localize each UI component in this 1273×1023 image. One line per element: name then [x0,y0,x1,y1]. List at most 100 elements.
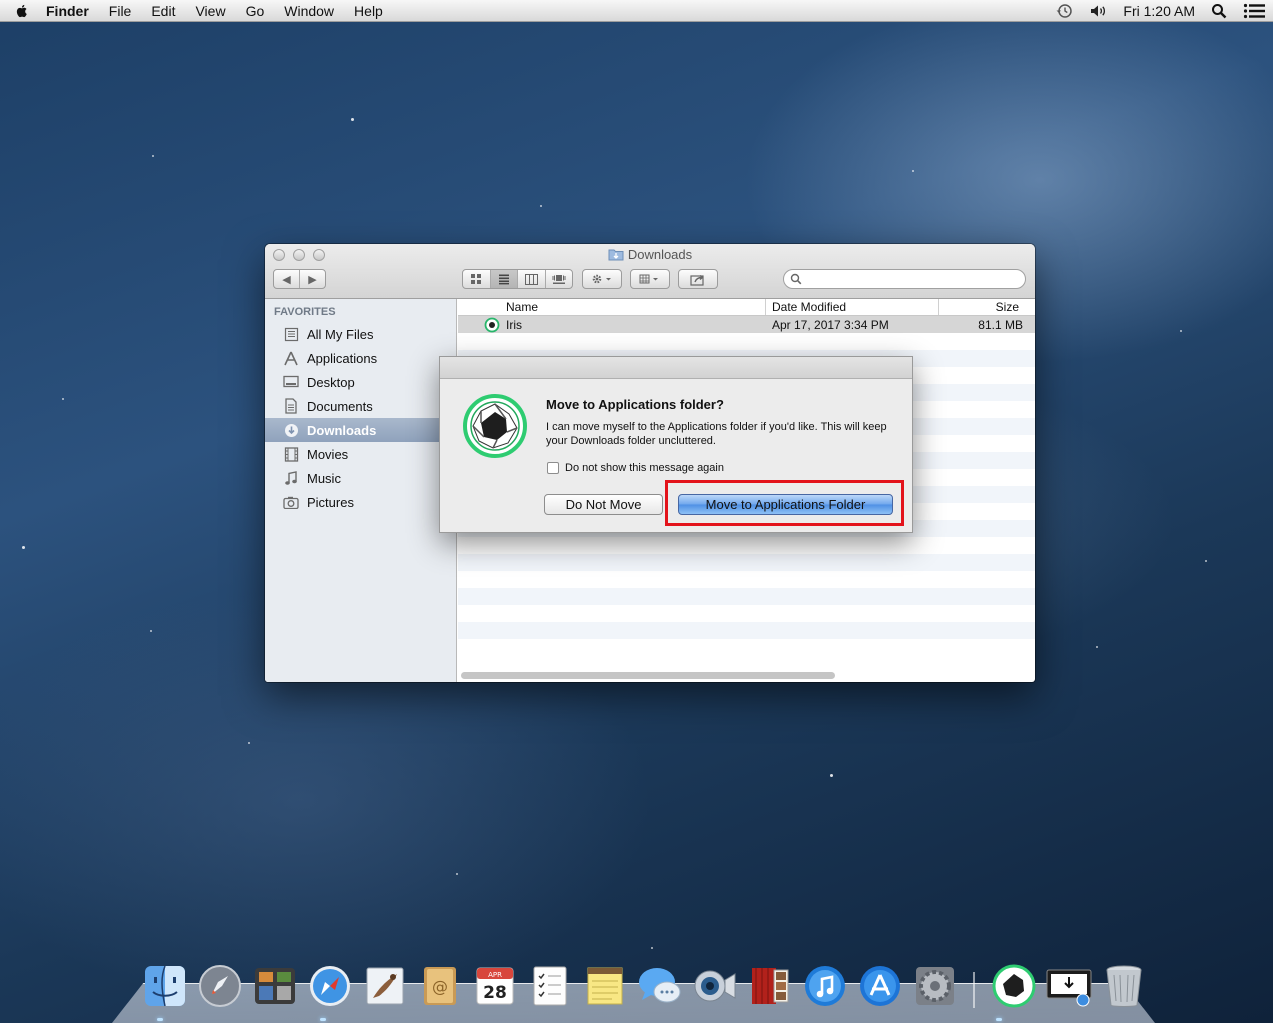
dock-finder[interactable] [140,960,189,1012]
reminders-icon [533,966,566,1006]
itunes-icon [804,966,845,1006]
do-not-move-button[interactable]: Do Not Move [544,494,663,515]
search-field[interactable] [783,269,1026,289]
dock-downloads-stack[interactable] [1044,960,1093,1012]
checkbox-box[interactable] [547,462,559,474]
sidebar-section-favorites: FAVORITES [274,306,336,318]
column-header-name[interactable]: Name [458,299,766,315]
svg-text:@: @ [432,977,448,996]
dock-contacts[interactable]: @ [415,960,464,1012]
running-indicator [996,1018,1002,1021]
column-view-button[interactable] [518,270,546,288]
sidebar-item-movies[interactable]: Movies [265,442,456,466]
search-icon [790,273,802,285]
dock-mail[interactable] [360,960,409,1012]
dock-notes[interactable] [580,960,629,1012]
sidebar-item-pictures[interactable]: Pictures [265,490,456,514]
arrange-menu-button[interactable] [630,269,670,289]
dock-facetime[interactable] [690,960,739,1012]
dialog-top-strip [440,357,912,379]
empty-row [458,537,1035,554]
dock-trash[interactable] [1099,960,1148,1012]
arrange-icon [639,274,658,284]
share-button[interactable] [678,269,718,289]
dock-separator [973,972,975,1008]
empty-row [458,588,1035,605]
menu-finder[interactable]: Finder [46,0,99,22]
action-menu-button[interactable] [582,269,622,289]
downloads-stack-icon [1046,969,1091,1007]
notification-center-icon[interactable] [1243,3,1265,19]
dock-system-preferences[interactable] [910,960,959,1012]
menu-edit[interactable]: Edit [141,0,185,22]
sidebar-item-downloads[interactable]: Downloads [265,418,456,442]
finder-titlebar: Downloads ◀ ▶ [265,244,1035,299]
running-indicator [157,1018,163,1021]
system-preferences-icon [915,967,954,1005]
apple-icon[interactable] [14,3,30,19]
dock-reminders[interactable] [525,960,574,1012]
safari-icon [309,966,350,1006]
window-title-text: Downloads [627,247,693,262]
dock-icons: @ APR 28 [140,960,1148,1012]
dock-messages[interactable] [635,960,684,1012]
column-header-size[interactable]: Size [939,299,1035,315]
time-machine-icon[interactable] [1055,3,1073,19]
sidebar-item-music[interactable]: Music [265,466,456,490]
dock-calendar[interactable]: APR 28 [470,960,519,1012]
file-name: Iris [506,317,522,332]
empty-row [458,605,1035,622]
dock-photo-booth[interactable] [745,960,794,1012]
folder-icon [608,249,624,261]
file-list-header: Name Date Modified Size [458,299,1035,316]
menu-go[interactable]: Go [236,0,275,22]
file-row-iris[interactable]: Iris Apr 17, 2017 3:34 PM 81.1 MB [458,316,1035,333]
finder-sidebar: FAVORITES All My Files Applications Desk… [265,299,457,682]
mission-control-icon [254,968,295,1004]
list-view-button[interactable] [490,270,518,288]
menu-file[interactable]: File [99,0,142,22]
pictures-icon [283,494,299,510]
iris-icon [992,964,1035,1008]
volume-icon[interactable] [1089,4,1107,18]
applications-icon [283,350,299,366]
sidebar-item-documents[interactable]: Documents [265,394,456,418]
iris-app-icon [462,393,528,462]
red-highlight-box [665,480,904,526]
search-input[interactable] [806,272,1006,286]
dock-launchpad[interactable] [195,960,244,1012]
sidebar-item-desktop[interactable]: Desktop [265,370,456,394]
dock-itunes[interactable] [800,960,849,1012]
menu-help[interactable]: Help [344,0,393,22]
forward-button[interactable]: ▶ [300,270,325,288]
sidebar-item-all-my-files[interactable]: All My Files [265,322,456,346]
downloads-icon [283,422,299,438]
icon-view-button[interactable] [463,270,491,288]
dock-app-store[interactable] [855,960,904,1012]
empty-row [458,554,1035,571]
share-icon [690,274,704,286]
column-header-date[interactable]: Date Modified [766,299,939,315]
dock-iris[interactable] [989,960,1038,1012]
menu-clock[interactable]: Fri 1:20 AM [1123,3,1195,19]
svg-text:APR: APR [488,971,502,979]
dialog-title: Move to Applications folder? [546,397,724,412]
file-date: Apr 17, 2017 3:34 PM [772,317,889,332]
menu-bar: Finder File Edit View Go Window Help Fri… [0,0,1273,22]
back-button[interactable]: ◀ [274,270,300,288]
menu-window[interactable]: Window [274,0,344,22]
menu-view[interactable]: View [185,0,235,22]
dock-safari[interactable] [305,960,354,1012]
empty-row [458,639,1035,656]
horizontal-scrollbar[interactable] [461,672,835,679]
sidebar-item-applications[interactable]: Applications [265,346,456,370]
do-not-show-checkbox[interactable]: Do not show this message again [547,462,724,474]
documents-icon [283,398,299,414]
all-files-icon [283,326,299,342]
sidebar-item-label: Documents [307,398,373,414]
spotlight-icon[interactable] [1211,3,1227,19]
desktop-icon [283,374,299,390]
coverflow-view-button[interactable] [546,270,573,288]
dock-mission-control[interactable] [250,960,299,1012]
empty-row [458,571,1035,588]
